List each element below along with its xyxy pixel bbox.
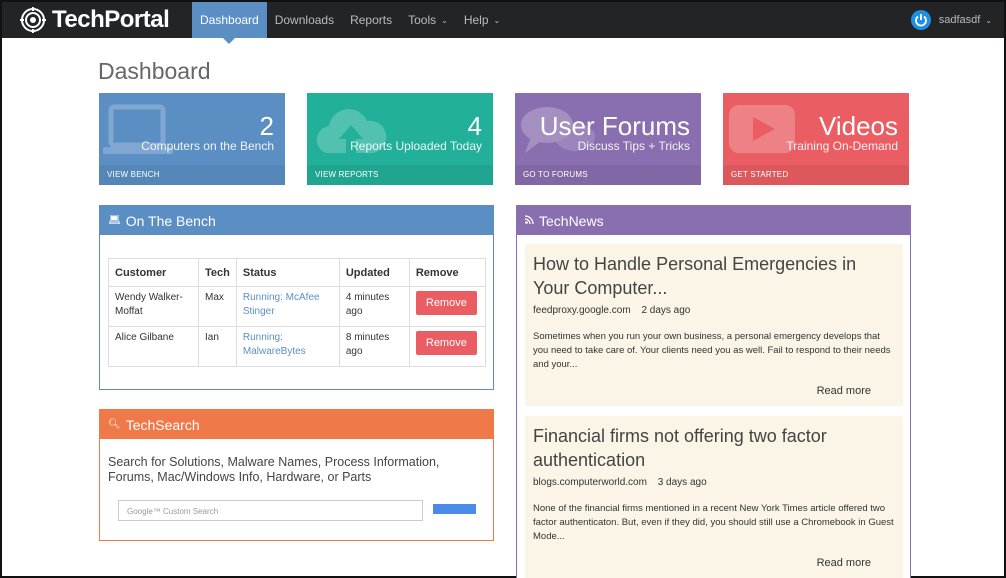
tile-forums[interactable]: User Forums Discuss Tips + Tricks GO TO … — [515, 93, 701, 185]
bench-table: Customer Tech Status Updated Remove Wend… — [108, 258, 487, 367]
bench-panel: 💻︎ On The Bench Customer Tech Status Upd… — [99, 205, 494, 390]
remove-cell: Remove — [408, 326, 487, 367]
tile-subtitle: Training On-Demand — [786, 139, 898, 153]
nav-reports[interactable]: Reports — [342, 2, 400, 38]
nav-tools[interactable]: Tools ⌄ — [400, 2, 456, 38]
tile-bench[interactable]: 2 Computers on the Bench VIEW BENCH — [99, 93, 285, 185]
article-age: 2 days ago — [641, 305, 691, 316]
techsearch-panel: 🔍︎ TechSearch Search for Solutions, Malw… — [99, 409, 494, 541]
tech-cell: Max — [198, 286, 237, 327]
customer-cell: Wendy Walker-Moffat — [108, 286, 199, 327]
tile-value: 2 — [259, 111, 274, 141]
tile-value: 4 — [467, 111, 482, 141]
article-body: None of the financial firms mentioned in… — [533, 503, 894, 542]
technews-panel: TechNews How to Handle Personal Emergenc… — [516, 205, 911, 578]
news-article: How to Handle Personal Emergencies in Yo… — [525, 244, 903, 406]
read-more-link[interactable]: Read more — [817, 385, 871, 397]
tile-link[interactable]: VIEW REPORTS — [307, 165, 493, 185]
column-header: Status — [235, 258, 340, 287]
status-link[interactable]: Running: MalwareBytes — [235, 326, 340, 367]
main-nav: Dashboard Downloads Reports Tools ⌄ Help ⌄ — [192, 2, 508, 44]
bench-header: 💻︎ On The Bench — [100, 206, 493, 235]
search-button[interactable] — [433, 504, 476, 514]
target-icon — [20, 7, 46, 33]
techsearch-title: TechSearch — [125, 416, 200, 433]
nav-label: Help — [463, 13, 489, 27]
technews-title: TechNews — [539, 212, 604, 229]
remove-cell: Remove — [408, 286, 487, 327]
search-icon: 🔍︎ — [108, 419, 121, 430]
tile-videos[interactable]: Videos Training On-Demand GET STARTED — [723, 93, 909, 185]
tile-value: User Forums — [539, 111, 690, 141]
nav-help[interactable]: Help ⌄ — [456, 2, 508, 38]
chevron-down-icon: ⌄ — [493, 15, 501, 25]
nav-downloads[interactable]: Downloads — [267, 2, 342, 38]
tile-link[interactable]: GET STARTED — [723, 165, 909, 185]
table-row: Wendy Walker-Moffat Max Running: McAfee … — [108, 286, 487, 327]
article-title[interactable]: Financial firms not offering two factor … — [533, 424, 895, 472]
user-name: sadfasdf — [938, 14, 981, 26]
news-article: Financial firms not offering two factor … — [525, 416, 903, 578]
article-title[interactable]: How to Handle Personal Emergencies in Yo… — [533, 252, 895, 300]
techsearch-description: Search for Solutions, Malware Names, Pro… — [108, 455, 440, 484]
nav-label: Tools — [408, 13, 437, 27]
remove-button[interactable]: Remove — [415, 291, 477, 315]
tile-reports[interactable]: 4 Reports Uploaded Today VIEW REPORTS — [307, 93, 493, 185]
power-icon — [910, 10, 931, 30]
table-row: Alice Gilbane Ian Running: MalwareBytes … — [108, 326, 487, 367]
article-source: feedproxy.google.com — [533, 305, 631, 316]
column-header: Updated — [338, 258, 410, 287]
chevron-down-icon: ⌄ — [985, 15, 992, 25]
read-more-link[interactable]: Read more — [817, 557, 871, 569]
nav-label: Reports — [350, 13, 393, 27]
tile-subtitle: Reports Uploaded Today — [350, 139, 482, 153]
table-header-row: Customer Tech Status Updated Remove — [108, 258, 487, 287]
article-age: 3 days ago — [657, 477, 707, 488]
nav-dashboard[interactable]: Dashboard — [192, 2, 267, 44]
article-meta: blogs.computerworld.com 3 days ago — [533, 477, 895, 488]
customer-cell: Alice Gilbane — [108, 326, 199, 367]
chevron-down-icon: ⌄ — [441, 15, 448, 25]
brand-logo[interactable]: TechPortal — [20, 6, 170, 34]
user-menu[interactable]: sadfasdf ⌄ — [910, 2, 992, 38]
tile-value: Videos — [818, 111, 898, 141]
column-header: Tech — [198, 258, 237, 287]
tile-link[interactable]: VIEW BENCH — [99, 165, 285, 185]
column-header: Customer — [108, 258, 199, 287]
techsearch-header: 🔍︎ TechSearch — [100, 410, 493, 439]
nav-label: Dashboard — [200, 13, 259, 27]
page-title: Dashboard — [98, 58, 211, 84]
article-body: Sometimes when you run your own business… — [533, 331, 891, 370]
top-navbar: TechPortal Dashboard Downloads Reports T… — [2, 2, 1004, 44]
tile-subtitle: Computers on the Bench — [141, 139, 274, 153]
laptop-icon: 💻︎ — [108, 215, 121, 226]
remove-button[interactable]: Remove — [415, 331, 477, 355]
technews-header: TechNews — [517, 206, 910, 235]
rss-icon — [524, 214, 534, 227]
nav-label: Downloads — [274, 13, 335, 27]
updated-cell: 4 minutes ago — [338, 286, 410, 327]
article-source: blogs.computerworld.com — [533, 477, 647, 488]
search-input[interactable]: Google™ Custom Search — [118, 500, 423, 521]
tile-subtitle: Discuss Tips + Tricks — [577, 139, 690, 153]
column-header: Remove — [408, 258, 487, 287]
updated-cell: 8 minutes ago — [338, 326, 410, 367]
article-meta: feedproxy.google.com 2 days ago — [533, 305, 895, 316]
tile-link[interactable]: GO TO FORUMS — [515, 165, 701, 185]
bench-title: On The Bench — [125, 212, 216, 229]
tech-cell: Ian — [198, 326, 237, 367]
brand-name: TechPortal — [52, 6, 170, 33]
status-link[interactable]: Running: McAfee Stinger — [235, 286, 340, 327]
